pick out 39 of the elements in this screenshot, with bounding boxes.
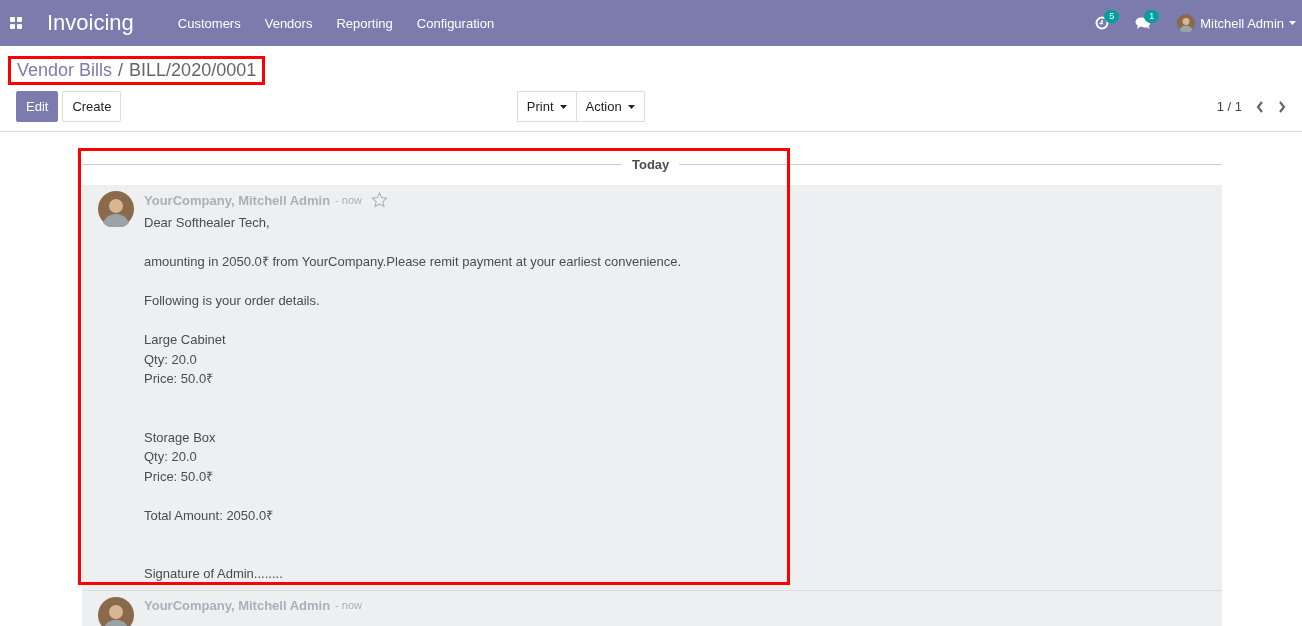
create-button[interactable]: Create <box>62 91 122 122</box>
date-separator: Today <box>631 156 671 172</box>
clock-icon[interactable] <box>1095 16 1110 30</box>
activity-count-badge: 5 <box>1104 10 1120 23</box>
message-time: - now <box>335 194 362 206</box>
menu-item[interactable]: Customers <box>177 15 241 31</box>
breadcrumb-link[interactable]: Vendor Bills <box>17 60 113 81</box>
message-count-badge: 1 <box>1144 10 1160 23</box>
app-title: Invoicing <box>47 10 134 36</box>
user-menu[interactable]: Mitchell Admin <box>1200 15 1284 31</box>
caret-icon <box>1289 21 1296 25</box>
caret-icon <box>627 104 635 109</box>
message-author: YourCompany, Mitchell Admin <box>144 192 331 208</box>
message-time: - now <box>335 599 362 611</box>
chevron-left-icon[interactable] <box>1256 100 1264 113</box>
message-paragraph: Storage Box Qty: 20.0 Price: 50.0₹ <box>144 428 217 486</box>
author-avatar <box>98 191 134 227</box>
dropdown-button[interactable]: Action <box>576 91 645 122</box>
message-paragraph: Signature of Admin........ <box>144 565 284 583</box>
star-icon[interactable] <box>371 192 388 208</box>
message-author: YourCompany, Mitchell Admin <box>144 597 331 613</box>
menu-item[interactable]: Configuration <box>416 15 495 31</box>
user-avatar <box>1177 14 1196 32</box>
dropdown-button[interactable]: Print <box>516 91 577 122</box>
apps-grid-icon[interactable] <box>10 17 22 29</box>
record-title: BILL/2020/0001 <box>129 60 257 81</box>
caret-icon <box>559 104 567 109</box>
author-avatar <box>98 596 134 626</box>
menu-item[interactable]: Reporting <box>336 15 393 31</box>
breadcrumb-separator: / <box>118 60 124 81</box>
message-paragraph: Large Cabinet Qty: 20.0 Price: 50.0₹ <box>144 331 227 388</box>
message-paragraph: Following is your order details. <box>144 292 321 310</box>
message-paragraph: amounting in 2050.0₹ from YourCompany.Please remit payment at your earliest convenience. <box>144 253 682 271</box>
menu-item[interactable]: Vendors <box>264 15 313 31</box>
edit-button[interactable]: Edit <box>16 91 59 122</box>
message-paragraph: Dear Softhealer Tech, <box>144 214 271 232</box>
message-paragraph: Total Amount: 2050.0₹ <box>144 506 275 525</box>
chevron-right-icon[interactable] <box>1278 100 1286 113</box>
pager-counter: 1 / 1 <box>1216 99 1242 114</box>
